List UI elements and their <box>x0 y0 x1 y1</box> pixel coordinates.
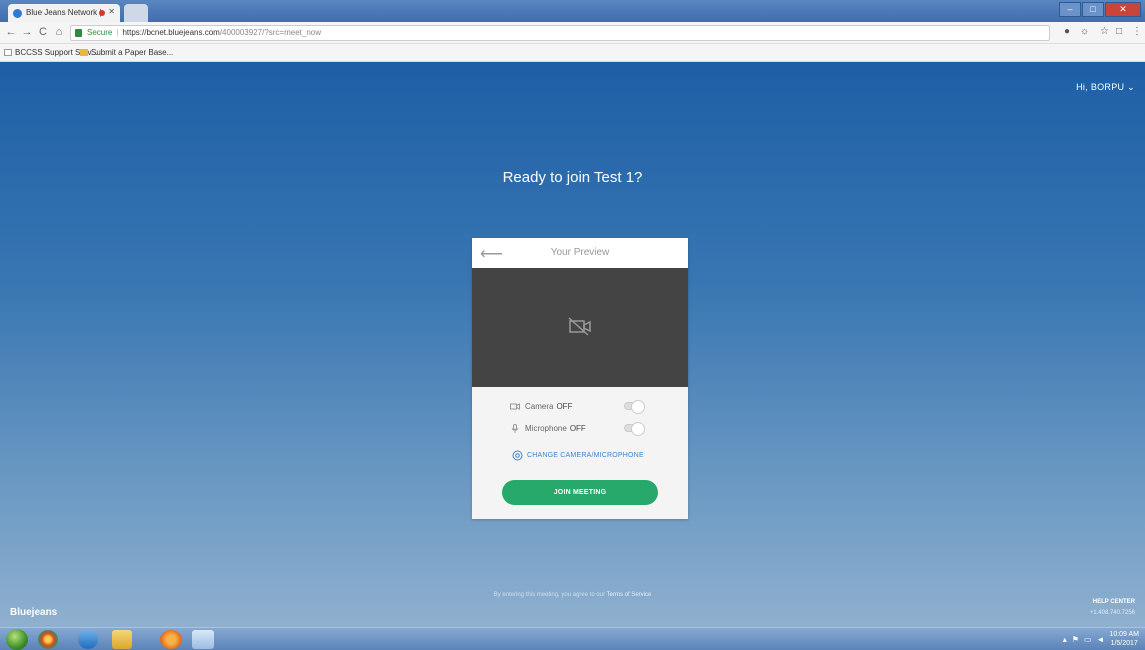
help-center-link[interactable]: HELP CENTER <box>1090 597 1135 608</box>
home-icon[interactable]: ⌂ <box>52 26 66 38</box>
gear-icon <box>512 450 523 461</box>
bluejeans-favicon-icon <box>13 9 22 18</box>
extension-icon[interactable]: ☼ <box>1080 26 1089 37</box>
back-icon[interactable]: ← <box>4 26 18 38</box>
page-title: Ready to join Test 1? <box>502 169 643 186</box>
terms-notice: By entering this meeting, you agree to o… <box>493 592 652 598</box>
url-path: /400003927/?src=meet_now <box>219 28 322 37</box>
help-center: HELP CENTER +1.408.740.7256 <box>1090 597 1135 619</box>
new-tab-button[interactable] <box>124 4 148 22</box>
join-meeting-button[interactable]: JOIN MEETING <box>502 480 658 505</box>
forward-icon[interactable]: → <box>20 26 34 38</box>
help-phone: +1.408.740.7256 <box>1089 610 1135 616</box>
tab-close-icon[interactable]: ✕ <box>108 7 115 16</box>
chrome-taskbar-icon[interactable] <box>38 630 58 649</box>
microphone-toggle[interactable] <box>624 422 645 436</box>
chevron-down-icon: ⌄ <box>1127 82 1135 92</box>
file-explorer-taskbar-icon[interactable] <box>112 630 132 649</box>
tab-title: Blue Jeans Network | <box>26 8 102 17</box>
page-content: Hi, BORPU ⌄ Ready to join Test 1? ⟵ Your… <box>0 62 1145 627</box>
bookmark-star-icon[interactable]: ☆ <box>1100 26 1109 37</box>
lock-icon <box>75 29 82 37</box>
terms-link[interactable]: Terms of Service <box>607 592 652 598</box>
page-icon <box>4 49 12 56</box>
volume-icon[interactable]: ◄ <box>1097 635 1105 644</box>
minimize-button[interactable]: ‒ <box>1059 2 1081 17</box>
preview-card-header: ⟵ Your Preview <box>472 238 688 268</box>
network-icon[interactable]: ▭ <box>1084 635 1092 644</box>
camera-toggle[interactable] <box>624 400 645 414</box>
bookmarks-bar: BCCSS Support Serv... Submit a Paper Bas… <box>0 44 1145 62</box>
windows-taskbar: ▴ ⚑ ▭ ◄ 10:09 AM 1/5/2017 <box>0 627 1145 650</box>
tray-arrow-icon[interactable]: ▴ <box>1063 635 1067 644</box>
preview-card: ⟵ Your Preview Camera OFF Microphone OFF… <box>472 238 688 519</box>
recording-indicator-icon <box>99 10 105 16</box>
bluejeans-logo: Bluejeans <box>10 607 58 618</box>
system-tray: ▴ ⚑ ▭ ◄ 10:09 AM 1/5/2017 <box>1063 630 1139 648</box>
secure-label: Secure <box>87 28 113 37</box>
microphone-row: Microphone OFF <box>510 421 586 435</box>
maximize-button[interactable]: □ <box>1082 2 1104 17</box>
app-taskbar-icon[interactable] <box>192 630 214 649</box>
meeting-name: Test 1? <box>594 169 643 186</box>
browser-toolbar: ← → C ⌂ Secure | https://bcnet.bluejeans.c… <box>0 22 1145 44</box>
preview-controls: Camera OFF Microphone OFF CHANGE CAMERA/… <box>472 387 688 519</box>
record-extension-icon[interactable]: ● <box>1064 26 1070 37</box>
user-menu[interactable]: Hi, BORPU ⌄ <box>1076 82 1135 93</box>
bookmark-item[interactable]: Submit a Paper Base... <box>80 48 173 57</box>
camera-off-icon <box>568 317 591 336</box>
microphone-icon <box>511 423 519 433</box>
flag-icon[interactable]: ⚑ <box>1072 635 1079 644</box>
address-bar[interactable]: Secure | https://bcnet.bluejeans.com/40000… <box>70 25 1050 41</box>
close-window-button[interactable]: ✕ <box>1105 2 1141 17</box>
menu-icon[interactable]: ⋮ <box>1132 26 1142 37</box>
reload-icon[interactable]: C <box>36 26 50 38</box>
url-host: https://bcnet.bluejeans.com <box>122 28 220 37</box>
camera-icon <box>510 402 520 410</box>
cast-icon[interactable]: □ <box>1116 26 1122 37</box>
start-button[interactable] <box>6 629 28 650</box>
browser-tab[interactable]: Blue Jeans Network | ✕ <box>8 4 120 22</box>
video-preview <box>472 268 688 387</box>
folder-icon <box>80 49 88 56</box>
window-controls: ‒ □ ✕ <box>1059 2 1141 18</box>
clock[interactable]: 10:09 AM 1/5/2017 <box>1109 630 1139 648</box>
camera-row: Camera OFF <box>510 399 572 413</box>
preview-title: Your Preview <box>550 247 610 258</box>
media-taskbar-icon[interactable] <box>160 630 182 649</box>
browser-tabstrip: Blue Jeans Network | ✕ ‒ □ ✕ <box>0 0 1145 22</box>
internet-explorer-taskbar-icon[interactable] <box>78 630 98 649</box>
change-camera-microphone-link[interactable]: CHANGE CAMERA/MICROPHONE <box>512 450 644 461</box>
